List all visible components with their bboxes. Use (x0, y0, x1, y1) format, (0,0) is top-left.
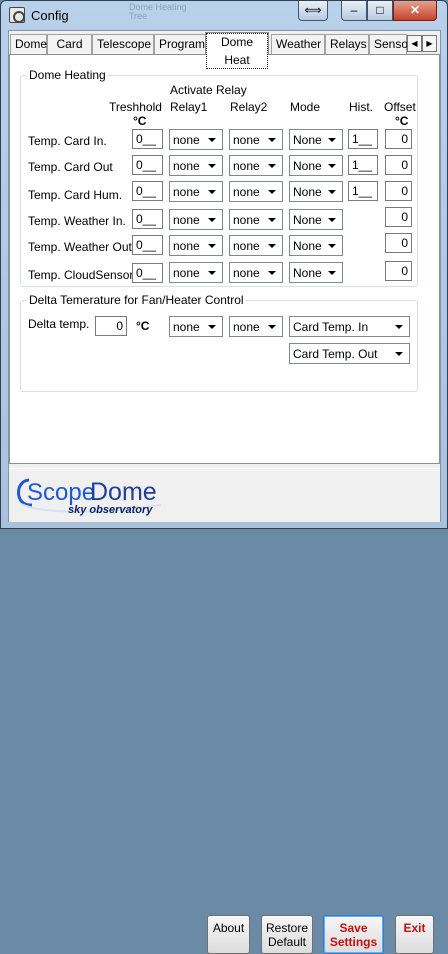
save-settings-button[interactable]: Save Settings (323, 915, 384, 954)
relay2-select-card-out[interactable]: none (229, 155, 283, 176)
relay1-select-card-out[interactable]: none (169, 155, 223, 176)
tab-card[interactable]: Card (47, 34, 92, 54)
restore-size-button[interactable]: ⟺ (298, 1, 328, 21)
activate-relay-label: Activate Relay (170, 83, 247, 97)
close-button[interactable]: ✕ (393, 1, 437, 21)
restore-default-button[interactable]: Restore Default (261, 915, 313, 954)
delta-relay2-select[interactable]: none (229, 316, 283, 337)
window-title: Config (31, 8, 69, 23)
window-title-reflection: Dome Heating Tree (129, 2, 187, 21)
tab-dome-heat[interactable]: Dome Heat (205, 32, 269, 69)
delta-sensor-b-select[interactable]: Card Temp. Out (289, 343, 410, 364)
exit-button[interactable]: Exit (395, 915, 434, 954)
dome-heating-title: Dome Heating (27, 68, 108, 82)
svg-text:Dome: Dome (90, 478, 157, 506)
threshold-input-cloud-sensor[interactable]: 0__ (132, 263, 163, 283)
mode-select-card-hum[interactable]: None (289, 181, 343, 202)
tab-strip: Dome Card Telescope Program Dome Heat We… (9, 32, 440, 69)
tab-sensors[interactable]: Senso (369, 34, 408, 54)
offset-input-cloud-sensor[interactable]: 0 (385, 261, 412, 281)
config-window: Config Dome Heating Tree ⟺ – □ ✕ Dome Car… (0, 0, 448, 954)
delta-temp-unit: °C (136, 319, 150, 333)
svg-text:sky observatory: sky observatory (68, 504, 153, 516)
scopedome-logo-graphic: Scope Dome sky observatory (17, 478, 162, 516)
mode-select-weather-out[interactable]: None (289, 235, 343, 256)
threshold-input-card-hum[interactable]: 0__ (132, 181, 163, 201)
tab-weather[interactable]: Weather (271, 34, 325, 54)
offset-input-card-hum[interactable]: 0 (385, 181, 412, 201)
mode-select-card-out[interactable]: None (289, 155, 343, 176)
row-label-cloud-sensor: Temp. CloudSensor (28, 268, 134, 282)
relay1-header: Relay1 (170, 100, 208, 114)
tab-scroll-right-button[interactable]: ▶ (422, 35, 437, 52)
relay1-select-cloud-sensor[interactable]: none (169, 262, 223, 283)
threshold-header: Treshhold (109, 100, 162, 114)
delta-temp-input[interactable]: 0 (95, 316, 127, 336)
row-label-weather-out: Temp. Weather Out (28, 240, 132, 254)
tab-dome[interactable]: Dome (10, 34, 47, 54)
relay1-select-weather-in[interactable]: none (169, 209, 223, 230)
relay2-select-card-hum[interactable]: none (229, 181, 283, 202)
delta-temp-label: Delta temp. (28, 317, 90, 331)
minimize-button[interactable]: – (341, 1, 367, 21)
mode-select-cloud-sensor[interactable]: None (289, 262, 343, 283)
hist-input-card-hum[interactable]: 1__ (348, 181, 378, 201)
config-client-area: Dome Card Telescope Program Dome Heat We… (8, 30, 441, 954)
offset-unit: °C (395, 114, 409, 128)
threshold-input-card-out[interactable]: 0__ (132, 155, 163, 175)
threshold-input-weather-in[interactable]: 0__ (132, 209, 163, 229)
bottom-button-bar: Scope Dome sky observatory About Restore… (9, 468, 440, 954)
row-label-card-in: Temp. Card In. (28, 134, 107, 148)
mode-header: Mode (290, 100, 321, 114)
hist-input-card-out[interactable]: 1__ (348, 155, 378, 175)
delta-relay1-select[interactable]: none (169, 316, 223, 337)
offset-input-card-out[interactable]: 0 (385, 155, 412, 175)
svg-text:Scope: Scope (27, 479, 95, 506)
delta-sensor-a-select[interactable]: Card Temp. In (289, 316, 410, 337)
relay1-select-weather-out[interactable]: none (169, 235, 223, 256)
offset-input-card-in[interactable]: 0 (385, 129, 412, 149)
row-label-card-hum: Temp. Card Hum. (28, 188, 123, 202)
tab-scroll-left-button[interactable]: ◀ (407, 35, 422, 52)
app-icon (9, 7, 25, 23)
row-label-weather-in: Temp. Weather In. (28, 214, 126, 228)
threshold-unit: °C (133, 114, 147, 128)
tab-telescope[interactable]: Telescope (92, 34, 154, 54)
offset-input-weather-out[interactable]: 0 (385, 233, 412, 253)
delta-temperature-title: Delta Temerature for Fan/Heater Control (27, 293, 246, 307)
relay2-header: Relay2 (230, 100, 268, 114)
maximize-button[interactable]: □ (367, 1, 393, 21)
row-label-card-out: Temp. Card Out (28, 160, 113, 174)
offset-input-weather-in[interactable]: 0 (385, 207, 412, 227)
relay2-select-weather-out[interactable]: none (229, 235, 283, 256)
threshold-input-card-in[interactable]: 0__ (132, 129, 163, 149)
mode-select-card-in[interactable]: None (289, 129, 343, 150)
about-button[interactable]: About (207, 915, 250, 954)
hist-input-card-in[interactable]: 1__ (348, 129, 378, 149)
relay2-select-card-in[interactable]: none (229, 129, 283, 150)
relay1-select-card-hum[interactable]: none (169, 181, 223, 202)
scopedome-logo: Scope Dome sky observatory (13, 474, 173, 516)
tab-relays[interactable]: Relays (325, 34, 369, 54)
mode-select-weather-in[interactable]: None (289, 209, 343, 230)
dome-heat-panel: Dome Heating Activate Relay Treshhold °C… (9, 54, 440, 464)
hist-header: Hist. (349, 100, 373, 114)
threshold-input-weather-out[interactable]: 0__ (132, 235, 163, 255)
relay2-select-weather-in[interactable]: none (229, 209, 283, 230)
title-bar[interactable]: Config Dome Heating Tree ⟺ – □ ✕ (1, 1, 447, 29)
offset-header: Offset (384, 100, 416, 114)
relay2-select-cloud-sensor[interactable]: none (229, 262, 283, 283)
relay1-select-card-in[interactable]: none (169, 129, 223, 150)
tab-program[interactable]: Program (154, 34, 206, 54)
